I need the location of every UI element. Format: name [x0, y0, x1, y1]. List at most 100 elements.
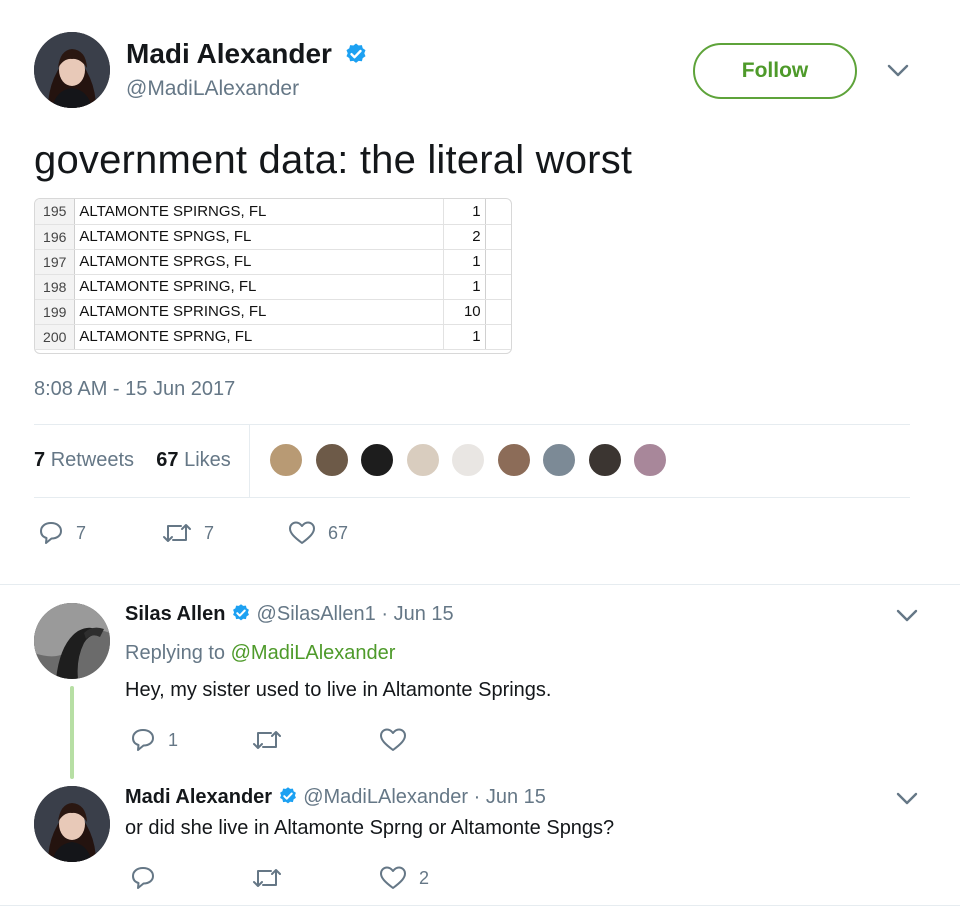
retweet-action[interactable] [252, 727, 294, 753]
heart-icon [380, 728, 406, 751]
table-row: 200 ALTAMONTE SPRNG, FL 1 [35, 324, 511, 350]
empty-cell [485, 199, 511, 225]
tweet-image-spreadsheet[interactable]: 195 ALTAMONTE SPIRNGS, FL 1 196 ALTAMONT… [34, 198, 512, 354]
empty-cell [485, 224, 511, 250]
like-action[interactable]: 2 [379, 865, 429, 891]
thread-connector [70, 686, 74, 779]
like-action[interactable]: 67 [288, 520, 348, 546]
reply-date[interactable]: · Jun 15 [381, 603, 453, 625]
divider [34, 497, 910, 498]
verified-badge-icon [233, 604, 249, 621]
count-cell: 1 [443, 199, 486, 225]
reply-author-handle[interactable]: @MadiLAlexander [303, 786, 468, 808]
retweet-icon [253, 869, 281, 887]
reply-action[interactable] [130, 865, 168, 891]
empty-cell [485, 299, 511, 325]
liker-avatar-8[interactable] [586, 442, 623, 478]
table-row: 195 ALTAMONTE SPIRNGS, FL 1 [35, 199, 511, 225]
retweets-count: 7 [34, 449, 46, 471]
stats-divider [249, 424, 250, 497]
reply-header: Silas Allen @SilasAllen1 · Jun 15 [125, 603, 454, 626]
section-divider [0, 584, 960, 585]
madi-reply-avatar[interactable] [34, 786, 110, 862]
reply-action[interactable]: 7 [38, 520, 86, 546]
retweets-label: Retweets [50, 449, 135, 471]
row-number: 200 [35, 324, 76, 350]
city-cell: ALTAMONTE SPRGS, FL [74, 249, 444, 275]
liker-avatar-2[interactable] [313, 442, 350, 478]
reply-icon [132, 867, 154, 889]
row-number: 195 [35, 199, 76, 225]
reply-icon [40, 522, 62, 544]
table-row: 199 ALTAMONTE SPRINGS, FL 10 [35, 299, 511, 325]
city-cell: ALTAMONTE SPRING, FL [74, 274, 444, 300]
liker-avatar-4[interactable] [404, 442, 441, 478]
liker-avatar-5[interactable] [450, 442, 486, 478]
tweet-stats: 7 Retweets 67 Likes [34, 449, 231, 472]
count-cell: 2 [443, 224, 486, 250]
city-cell: ALTAMONTE SPNGS, FL [74, 224, 444, 250]
row-number: 197 [35, 249, 76, 275]
reply-author-name[interactable]: Madi Alexander [125, 786, 272, 808]
likes-stat[interactable]: 67 Likes [156, 449, 231, 471]
tweet-menu-chevron-icon[interactable] [887, 64, 909, 83]
reply-count: 7 [76, 522, 87, 543]
like-count: 2 [419, 867, 430, 888]
likes-label: Likes [184, 449, 231, 471]
liker-avatar-9[interactable] [632, 442, 668, 478]
heart-icon [289, 521, 315, 544]
replying-prefix: Replying to [125, 642, 226, 664]
reply-date[interactable]: · Jun 15 [474, 786, 546, 808]
table-row: 197 ALTAMONTE SPRGS, FL 1 [35, 249, 511, 275]
reply-menu-chevron-icon[interactable] [896, 792, 918, 811]
spreadsheet-table: 195 ALTAMONTE SPIRNGS, FL 1 196 ALTAMONT… [35, 199, 511, 350]
city-cell: ALTAMONTE SPRNG, FL [74, 324, 444, 350]
liker-avatar-3[interactable] [359, 442, 395, 478]
follow-button[interactable]: Follow [693, 43, 857, 99]
city-cell: ALTAMONTE SPIRNGS, FL [74, 199, 444, 225]
heart-icon [380, 866, 406, 889]
reply-text: or did she live in Altamonte Sprng or Al… [125, 817, 615, 839]
empty-cell [485, 249, 511, 275]
replying-mention-link[interactable]: @MadiLAlexander [231, 642, 396, 664]
retweets-stat[interactable]: 7 Retweets [34, 449, 134, 471]
tweet-timestamp[interactable]: 8:08 AM - 15 Jun 2017 [34, 378, 235, 401]
liker-avatar-1[interactable] [268, 442, 304, 478]
reply-header: Madi Alexander @MadiLAlexander · Jun 15 [125, 786, 546, 809]
liker-avatar-7[interactable] [541, 442, 577, 478]
retweet-count: 7 [204, 522, 215, 543]
count-cell: 1 [443, 324, 486, 350]
author-name[interactable]: Madi Alexander [126, 38, 332, 69]
row-number: 198 [35, 274, 76, 300]
retweet-icon [253, 731, 281, 749]
author-name-row: Madi Alexander [126, 38, 368, 70]
table-row: 198 ALTAMONTE SPRING, FL 1 [35, 274, 511, 300]
reply-action[interactable]: 1 [130, 727, 178, 753]
reply-author-handle[interactable]: @SilasAllen1 [257, 603, 376, 625]
replying-to: Replying to @MadiLAlexander [125, 642, 395, 665]
silas-avatar[interactable] [34, 603, 110, 679]
reply-count: 1 [168, 729, 179, 750]
reply-icon [132, 729, 154, 751]
city-cell: ALTAMONTE SPRINGS, FL [74, 299, 444, 325]
tweet-text: government data: the literal worst [34, 138, 633, 182]
like-action[interactable] [379, 727, 419, 753]
liker-avatar-6[interactable] [495, 442, 532, 478]
retweet-icon [163, 524, 191, 542]
empty-cell [485, 274, 511, 300]
count-cell: 1 [443, 249, 486, 275]
reply-menu-chevron-icon[interactable] [896, 609, 918, 628]
section-divider [0, 905, 960, 906]
empty-cell [485, 324, 511, 350]
count-cell: 10 [443, 299, 486, 325]
row-number: 196 [35, 224, 76, 250]
divider [34, 424, 910, 425]
verified-badge-icon [279, 787, 296, 804]
author-avatar[interactable] [34, 32, 110, 108]
reply-text: Hey, my sister used to live in Altamonte… [125, 679, 552, 701]
author-handle[interactable]: @MadiLAlexander [126, 77, 299, 101]
retweet-action[interactable]: 7 [162, 520, 214, 546]
retweet-action[interactable] [252, 865, 294, 891]
reply-author-name[interactable]: Silas Allen [125, 603, 225, 625]
count-cell: 1 [443, 274, 486, 300]
